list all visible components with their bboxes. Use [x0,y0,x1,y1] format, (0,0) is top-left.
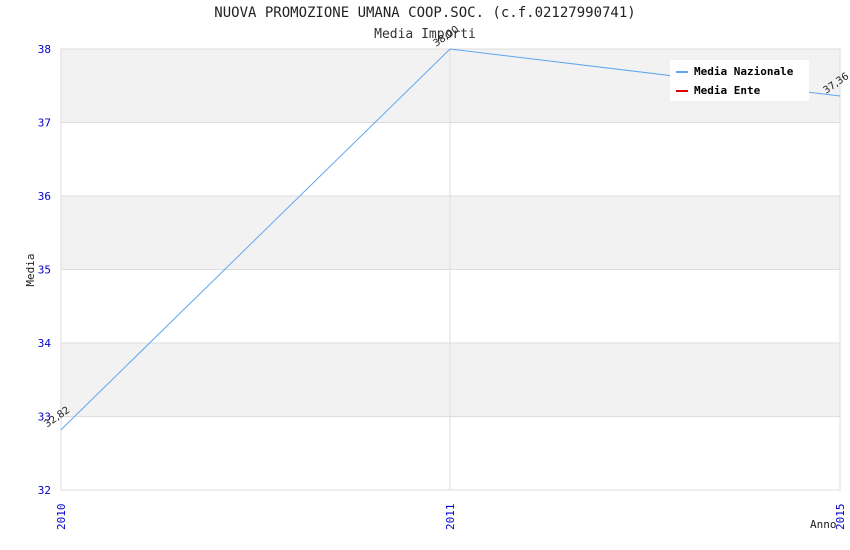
legend-label: Media Nazionale [694,65,794,78]
legend: Media Nazionale Media Ente [670,60,809,101]
y-axis-label: Media [24,253,37,286]
line-chart: 32333435363738 2010 2011 2015 Media Anno 3… [24,24,850,531]
y-tick-label: 32 [38,484,51,497]
x-axis-ticks: 2010 2011 2015 [55,504,847,531]
y-tick-label: 35 [38,264,51,277]
y-tick-label: 36 [38,190,51,203]
x-tick-label: 2010 [55,504,68,531]
y-tick-label: 34 [38,337,52,350]
y-tick-label: 37 [38,117,51,130]
data-label: 38,00 [431,24,461,49]
legend-label: Media Ente [694,84,761,97]
y-tick-label: 38 [38,43,51,56]
x-tick-label: 2011 [444,504,457,531]
x-axis-label: Anno [810,518,837,531]
